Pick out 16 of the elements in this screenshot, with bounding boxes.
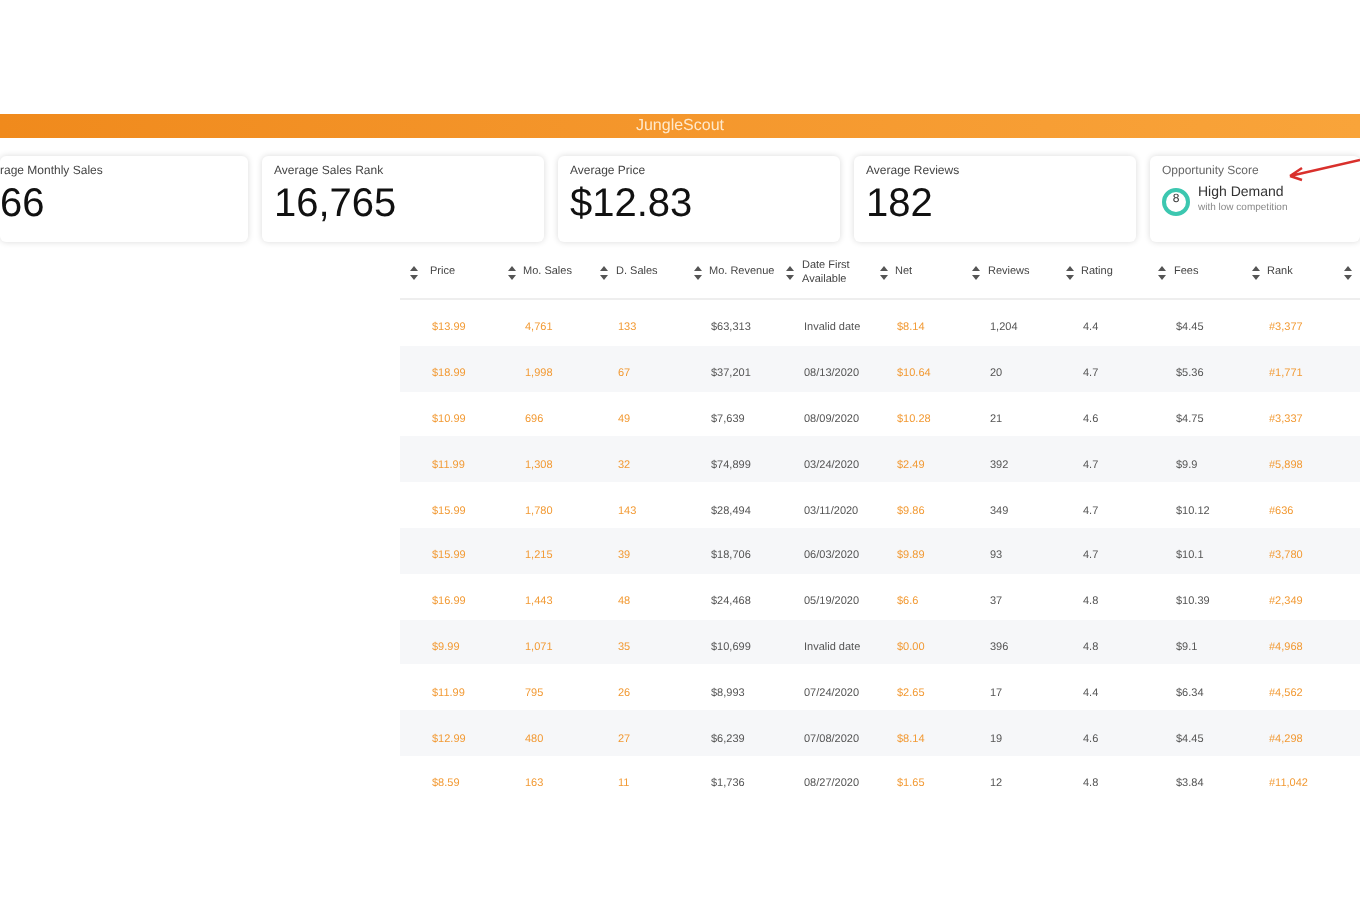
sort-icon[interactable] [1344, 266, 1352, 280]
sort-icon[interactable] [972, 266, 980, 280]
stat-value: $12.83 [570, 180, 695, 228]
sort-icon[interactable] [1251, 266, 1259, 280]
sort-icon[interactable] [600, 266, 608, 280]
sort-icon[interactable] [1158, 266, 1166, 280]
sort-icon[interactable] [507, 266, 515, 280]
stat-value: 16,765 [274, 180, 399, 228]
app-title: JungleScout [635, 118, 725, 134]
sort-icon[interactable] [786, 266, 794, 280]
sort-icon[interactable] [410, 266, 418, 280]
stat-value: 182 [866, 180, 935, 228]
sort-icon[interactable] [879, 266, 887, 280]
stat-value: 66 [0, 180, 47, 228]
sort-icon[interactable] [693, 266, 701, 280]
sort-icon[interactable] [1065, 266, 1073, 280]
